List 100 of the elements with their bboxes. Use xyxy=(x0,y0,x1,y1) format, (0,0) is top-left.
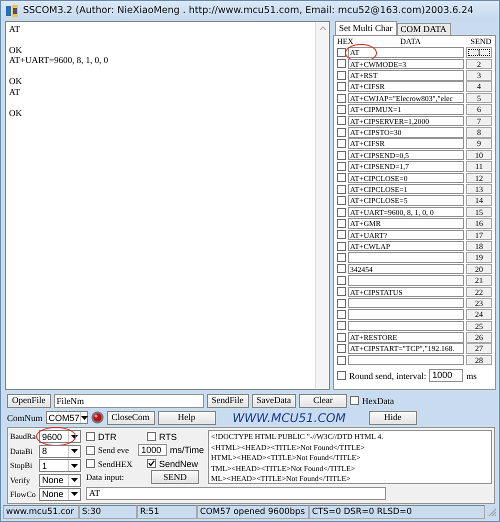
setting-dropdown[interactable]: None xyxy=(39,488,81,501)
checkbox[interactable] xyxy=(337,94,346,103)
close-com-button[interactable]: CloseCom xyxy=(106,410,155,425)
send-button[interactable]: 17 xyxy=(466,230,492,240)
checkbox[interactable] xyxy=(337,208,346,217)
checkbox[interactable] xyxy=(337,344,346,354)
send-button[interactable]: 7 xyxy=(466,116,492,126)
checkbox[interactable] xyxy=(337,128,346,137)
send-button[interactable]: 28 xyxy=(466,354,492,366)
checkbox[interactable] xyxy=(337,173,346,182)
dropdown-arrow-icon[interactable] xyxy=(71,449,78,454)
checkbox[interactable] xyxy=(337,310,346,320)
setting-dropdown[interactable]: 1 xyxy=(39,459,81,472)
checkbox[interactable] xyxy=(350,396,359,406)
send-button[interactable]: 5 xyxy=(466,92,492,104)
checkbox[interactable] xyxy=(337,264,346,274)
send-button[interactable]: 10 xyxy=(466,150,492,160)
receive-line: AT xyxy=(9,86,21,98)
checkbox[interactable] xyxy=(86,459,95,468)
checkbox[interactable] xyxy=(337,287,346,296)
checkbox[interactable] xyxy=(337,162,346,171)
send-button[interactable]: 16 xyxy=(466,218,492,229)
setting-dropdown[interactable]: 9600 xyxy=(39,430,81,444)
tab[interactable]: COM DATA xyxy=(396,22,451,35)
checkbox[interactable] xyxy=(337,196,346,206)
setting-dropdown[interactable]: 8 xyxy=(39,444,81,458)
dropdown-arrow-icon[interactable] xyxy=(71,464,78,468)
send-button[interactable]: 9 xyxy=(466,138,492,149)
send-button[interactable]: 6 xyxy=(466,104,492,115)
data-field[interactable] xyxy=(348,275,464,286)
checkbox[interactable] xyxy=(337,218,346,228)
tab[interactable]: Set Multi Char xyxy=(335,20,396,35)
window-title: SSCOM3.2 (Author: NieXiaoMeng . http://www.mcu51.com, Email: mcu52@163.com)2003.6.24 xyxy=(23,5,474,16)
open-file-button[interactable]: OpenFile xyxy=(7,394,50,408)
send-button[interactable]: 24 xyxy=(466,309,492,320)
send-button[interactable]: SEND xyxy=(151,470,199,484)
dropdown-arrow-icon[interactable] xyxy=(80,416,88,420)
send-button[interactable]: 11 xyxy=(466,161,492,172)
file-name-field[interactable]: FileNm xyxy=(54,394,204,408)
website-logo: WWW.MCU51.COM xyxy=(232,410,346,425)
dropdown-arrow-icon[interactable] xyxy=(71,492,78,496)
checkbox[interactable] xyxy=(337,321,346,330)
send-button[interactable]: 26 xyxy=(466,332,492,343)
send-button[interactable]: 14 xyxy=(466,195,492,206)
dropdown-arrow-icon[interactable] xyxy=(71,434,78,439)
send-file-button[interactable]: SendFile xyxy=(206,394,249,408)
checkbox[interactable] xyxy=(337,116,346,126)
send-button[interactable]: 4 xyxy=(466,81,492,92)
checkbox[interactable] xyxy=(86,446,95,455)
send-button[interactable]: 3 xyxy=(466,70,492,81)
checkbox[interactable] xyxy=(147,432,156,442)
checkbox[interactable] xyxy=(337,150,346,160)
setting-label: Verify xyxy=(10,476,31,485)
dropdown-arrow-icon[interactable] xyxy=(71,478,78,482)
checkbox[interactable] xyxy=(337,70,346,80)
port-dropdown[interactable]: COM57 xyxy=(46,411,88,424)
interval-field[interactable]: 1000 xyxy=(429,369,464,382)
send-button[interactable]: 25 xyxy=(466,320,492,332)
help-button[interactable]: Help xyxy=(158,410,216,425)
checkbox[interactable] xyxy=(337,105,346,114)
checkbox[interactable] xyxy=(337,253,346,262)
checkbox[interactable] xyxy=(337,184,346,194)
send-button[interactable]: 1 xyxy=(466,47,492,58)
checkbox[interactable] xyxy=(337,48,346,58)
hide-button[interactable]: Hide xyxy=(368,410,417,425)
send-button[interactable]: 8 xyxy=(466,127,492,138)
checkbox[interactable] xyxy=(337,356,346,365)
data-field[interactable] xyxy=(348,252,464,263)
checkbox[interactable] xyxy=(86,432,95,442)
checkbox[interactable] xyxy=(337,242,346,251)
checkbox[interactable] xyxy=(337,139,346,148)
send-button[interactable]: 27 xyxy=(466,343,492,354)
setting-dropdown[interactable]: None xyxy=(39,474,81,487)
send-button[interactable]: 23 xyxy=(466,298,492,308)
data-field[interactable] xyxy=(348,320,464,332)
data-field[interactable] xyxy=(348,298,464,308)
send-button[interactable]: 21 xyxy=(466,275,492,286)
send-button[interactable]: 22 xyxy=(466,286,492,297)
checkbox[interactable] xyxy=(147,459,156,468)
send-button[interactable]: 13 xyxy=(466,184,492,194)
send-button[interactable]: 2 xyxy=(466,58,492,70)
clear-button[interactable]: Clear xyxy=(299,394,347,408)
checkbox[interactable] xyxy=(337,298,346,308)
checkbox[interactable] xyxy=(337,59,346,68)
send-button[interactable]: 20 xyxy=(466,264,492,274)
data-input-field[interactable]: AT xyxy=(86,487,386,500)
data-field[interactable] xyxy=(348,354,464,366)
send-button[interactable]: 12 xyxy=(466,172,492,184)
save-data-button[interactable]: SaveData xyxy=(252,394,296,408)
interval-field[interactable]: 1000 xyxy=(138,444,167,456)
send-button[interactable]: 18 xyxy=(466,240,492,252)
send-button[interactable]: 15 xyxy=(466,206,492,218)
checkbox[interactable] xyxy=(337,82,346,92)
checkbox[interactable] xyxy=(337,276,346,285)
data-field[interactable] xyxy=(348,309,464,320)
checkbox[interactable] xyxy=(337,332,346,342)
send-button[interactable]: 19 xyxy=(466,252,492,263)
checkbox[interactable] xyxy=(337,230,346,240)
scrollbar[interactable] xyxy=(315,22,329,390)
checkbox[interactable] xyxy=(337,371,346,380)
